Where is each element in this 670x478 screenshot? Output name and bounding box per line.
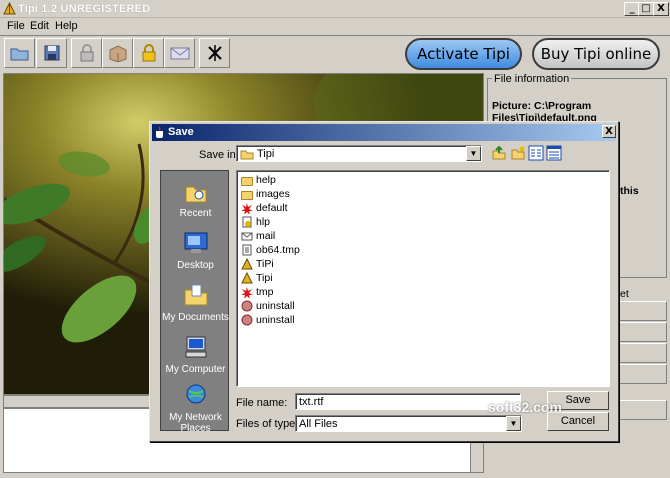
uninstall-icon bbox=[241, 314, 253, 326]
file-item-hlp[interactable]: hlp bbox=[241, 215, 270, 229]
java-cup-icon bbox=[156, 126, 163, 138]
file-item-default[interactable]: default bbox=[241, 201, 288, 215]
toolbar-divider bbox=[0, 35, 670, 36]
folder-icon bbox=[240, 150, 254, 160]
save-dialog: Save X Save in: Tipi ▼ Recent Desktop My… bbox=[149, 121, 619, 442]
place-my-network[interactable]: My Network Places bbox=[161, 383, 230, 434]
file-icon bbox=[242, 244, 252, 256]
save-in-label: Save in: bbox=[199, 149, 239, 161]
dialog-close-button[interactable]: X bbox=[602, 125, 616, 138]
file-item-ob64[interactable]: ob64.tmp bbox=[241, 243, 300, 257]
list-view-icon[interactable] bbox=[528, 145, 544, 161]
package-button[interactable] bbox=[102, 38, 133, 68]
envelope-icon bbox=[170, 47, 189, 60]
watermark: soft32.com bbox=[488, 399, 562, 415]
chevron-down-icon[interactable]: ▼ bbox=[466, 146, 481, 161]
dialog-title: Save bbox=[168, 126, 194, 138]
my-documents-icon bbox=[184, 284, 207, 306]
window-title: Tipi 1.2 UNREGISTERED bbox=[18, 3, 151, 15]
place-my-documents[interactable]: My Documents bbox=[161, 283, 230, 323]
place-desktop[interactable]: Desktop bbox=[161, 231, 230, 271]
network-globe-icon bbox=[186, 384, 205, 404]
file-item-tipi-1[interactable]: TiPi bbox=[241, 257, 274, 271]
new-folder-icon[interactable] bbox=[510, 145, 526, 161]
mail-file-icon bbox=[241, 232, 253, 241]
info-text-fragment: this bbox=[620, 185, 639, 197]
open-button[interactable] bbox=[4, 38, 35, 68]
save-in-value: Tipi bbox=[257, 148, 275, 160]
file-item-uninstall-2[interactable]: uninstall bbox=[241, 313, 295, 327]
desktop-icon bbox=[184, 232, 207, 253]
file-type-select[interactable]: All Files ▼ bbox=[295, 415, 522, 432]
tipi-icon bbox=[241, 272, 253, 284]
recent-folder-icon bbox=[185, 186, 206, 203]
help-file-icon bbox=[242, 216, 252, 228]
unlock-button[interactable] bbox=[71, 38, 102, 68]
up-one-level-icon[interactable] bbox=[491, 145, 507, 161]
padlock-gray-icon bbox=[80, 44, 93, 62]
splat-icon bbox=[241, 203, 253, 214]
place-my-computer[interactable]: My Computer bbox=[161, 335, 230, 375]
file-item-tipi-2[interactable]: Tipi bbox=[241, 271, 273, 285]
padlock-icon bbox=[142, 44, 155, 62]
file-type-label: Files of type: bbox=[236, 418, 299, 430]
activate-button[interactable]: Activate Tipi bbox=[405, 38, 522, 70]
uninstall-icon bbox=[241, 300, 253, 312]
box-icon bbox=[109, 45, 126, 62]
file-information-legend: File information bbox=[492, 73, 572, 85]
pin-icon bbox=[207, 45, 222, 61]
file-name-label: File name: bbox=[236, 397, 288, 409]
splat-icon bbox=[241, 287, 253, 298]
floppy-icon bbox=[44, 45, 59, 61]
file-item-uninstall-1[interactable]: uninstall bbox=[241, 299, 295, 313]
buy-online-button[interactable]: Buy Tipi online bbox=[532, 38, 660, 70]
place-recent[interactable]: Recent bbox=[161, 181, 230, 219]
tipi-app-icon bbox=[3, 2, 16, 15]
save-button[interactable] bbox=[36, 38, 67, 68]
file-item-mail[interactable]: mail bbox=[241, 229, 275, 243]
places-bar: Recent Desktop My Documents My Computer … bbox=[160, 170, 230, 434]
details-view-icon[interactable] bbox=[546, 145, 562, 161]
menu-bar: File Edit Help bbox=[0, 18, 670, 34]
chevron-down-icon[interactable]: ▼ bbox=[506, 416, 521, 431]
file-item-images[interactable]: images bbox=[241, 187, 290, 201]
menu-file[interactable]: File bbox=[7, 20, 25, 32]
dialog-title-bar: Save X bbox=[152, 124, 616, 141]
file-list[interactable]: help images default hlp mail ob64.tmp Ti… bbox=[236, 170, 610, 387]
file-item-tmp[interactable]: tmp bbox=[241, 285, 274, 299]
tipi-icon bbox=[241, 258, 253, 270]
folder-icon bbox=[10, 48, 28, 61]
menu-help[interactable]: Help bbox=[55, 20, 78, 32]
tools-button[interactable] bbox=[199, 38, 230, 68]
computer-icon bbox=[185, 336, 206, 358]
save-in-combo[interactable]: Tipi ▼ bbox=[236, 145, 482, 162]
maximize-button[interactable]: □ bbox=[638, 2, 654, 16]
file-item-help[interactable]: help bbox=[241, 173, 276, 187]
folder-icon bbox=[241, 190, 253, 200]
lock-button[interactable] bbox=[133, 38, 164, 68]
picture-path-label: Picture: C:\Program Files\Tipi\default.p… bbox=[492, 100, 597, 122]
menu-edit[interactable]: Edit bbox=[30, 20, 49, 32]
mail-button[interactable] bbox=[164, 38, 195, 68]
close-button[interactable]: X bbox=[653, 2, 669, 16]
title-bar: Tipi 1.2 UNREGISTERED _ □ X bbox=[0, 0, 670, 18]
folder-icon bbox=[241, 176, 253, 186]
